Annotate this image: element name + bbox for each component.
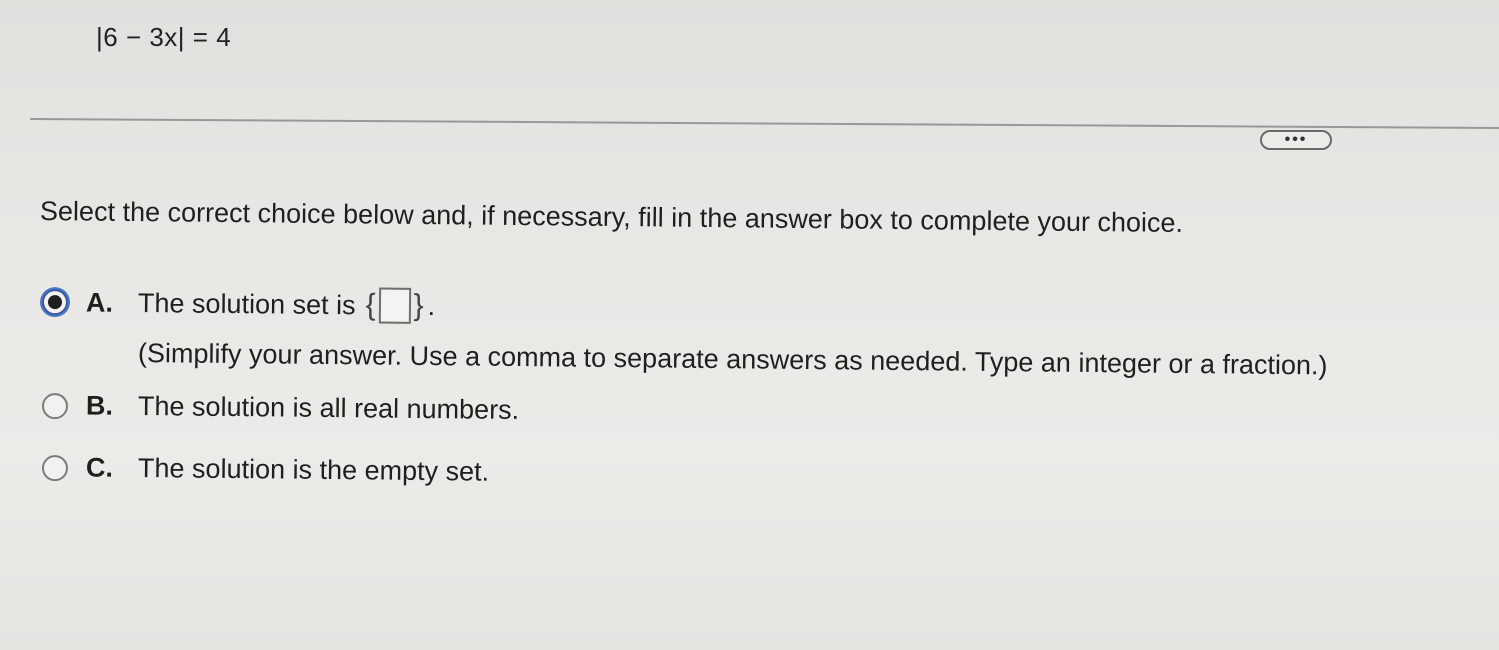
choice-letter-c: C. (85, 452, 114, 483)
divider (29, 118, 1499, 129)
instruction-text: Select the correct choice below and, if … (39, 196, 1184, 238)
choice-text-c: The solution is the empty set. (137, 453, 490, 487)
radio-button-a[interactable] (41, 289, 69, 316)
open-brace: { (365, 288, 376, 322)
answer-set: { } . (365, 287, 435, 324)
radio-button-b[interactable] (41, 392, 69, 419)
radio-button-c[interactable] (41, 454, 69, 481)
choice-a-hint: (Simplify your answer. Use a comma to se… (137, 338, 1328, 381)
answer-period: . (427, 290, 436, 321)
equation: |6 − 3x| = 4 (96, 22, 232, 52)
more-options-button[interactable]: ••• (1260, 130, 1332, 150)
radio-selected-dot (47, 295, 63, 310)
choice-text-a: The solution set is (137, 287, 356, 320)
ellipsis-icon: ••• (1284, 131, 1308, 148)
close-brace: } (413, 288, 424, 322)
answer-input-box[interactable] (378, 287, 411, 324)
choice-letter-a: A. (85, 286, 114, 318)
choice-letter-b: B. (85, 390, 114, 421)
choice-c[interactable]: C. The solution is the empty set. (41, 452, 490, 488)
choice-text-b: The solution is all real numbers. (137, 391, 520, 425)
choice-b[interactable]: B. The solution is all real numbers. (41, 390, 520, 426)
choice-a[interactable]: A. The solution set is { } . (41, 284, 436, 324)
